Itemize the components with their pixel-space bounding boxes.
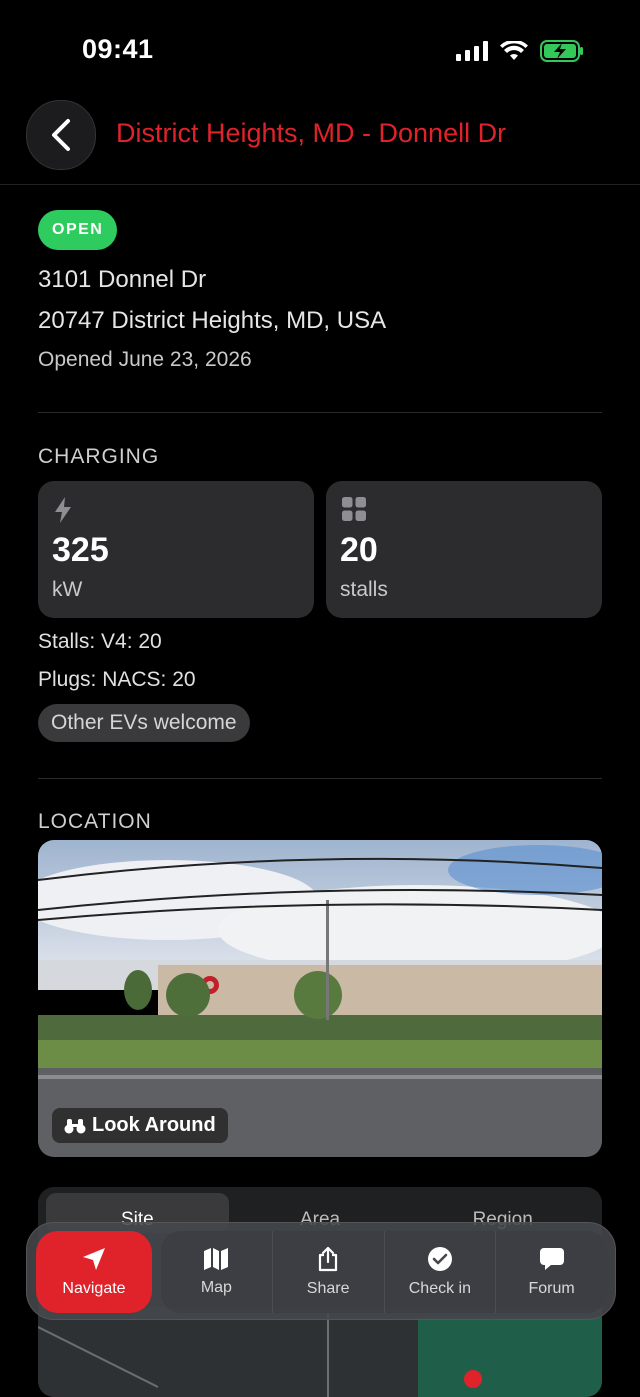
location-section-title: LOCATION [38,810,152,833]
forum-button[interactable]: Forum [496,1231,607,1313]
stalls-unit: stalls [340,578,388,601]
wifi-icon [500,41,528,60]
share-button[interactable]: Share [273,1231,385,1313]
binoculars-icon [64,1118,86,1133]
nav-header: District Heights, MD - Donnell Dr [0,100,640,185]
lightning-bolt-icon [55,497,71,523]
stalls-value: 20 [340,531,378,569]
map-label: Map [200,1279,232,1296]
look-around-label: Look Around [92,1114,216,1136]
status-bar: 09:41 [0,0,640,100]
plugs-info: Plugs: NACS: 20 [38,668,196,691]
divider [38,412,602,413]
station-details: OPEN 3101 Donnel Dr 20747 District Heigh… [38,210,602,834]
check-in-label: Check in [408,1280,471,1297]
power-unit: kW [52,578,83,601]
back-button[interactable] [26,100,96,170]
map-image [38,1307,602,1397]
share-label: Share [306,1280,350,1297]
cellular-signal-icon [456,41,488,61]
look-around-button[interactable]: Look Around [52,1108,228,1143]
status-icons [456,40,584,62]
navigate-button[interactable]: Navigate [36,1231,152,1313]
action-toolbar: Navigate Map Share Check in Forum [26,1222,616,1320]
battery-charging-icon [540,40,583,62]
charging-section-title: CHARGING [38,445,160,468]
power-value: 325 [52,531,109,569]
navigation-arrow-icon [83,1248,105,1270]
city-address: 20747 District Heights, MD, USA [38,307,387,334]
status-time: 09:41 [82,34,154,64]
charging-cards: 325 kW 20 stalls [38,481,602,618]
other-evs-chip: Other EVs welcome [38,704,250,742]
toolbar-actions: Map Share Check in Forum [161,1231,607,1313]
navigate-label: Navigate [62,1280,126,1297]
power-card: 325 kW [38,481,314,618]
look-around-preview[interactable]: Look Around [38,840,602,1157]
status-badge: OPEN [38,210,118,250]
stalls-info: Stalls: V4: 20 [38,630,162,653]
map-icon [204,1248,229,1270]
grid-icon [342,497,366,521]
stalls-card: 20 stalls [326,481,602,618]
chevron-left-icon [52,119,70,151]
map-button[interactable]: Map [161,1231,273,1313]
page-title: District Heights, MD - Donnell Dr [116,118,507,148]
opened-date: Opened June 23, 2026 [38,348,252,371]
check-in-button[interactable]: Check in [385,1231,497,1313]
forum-label: Forum [528,1280,575,1297]
chat-bubble-icon [539,1248,564,1270]
divider [38,778,602,779]
share-icon [319,1246,338,1272]
checkmark-circle-icon [427,1247,452,1271]
street-address: 3101 Donnel Dr [38,266,207,293]
